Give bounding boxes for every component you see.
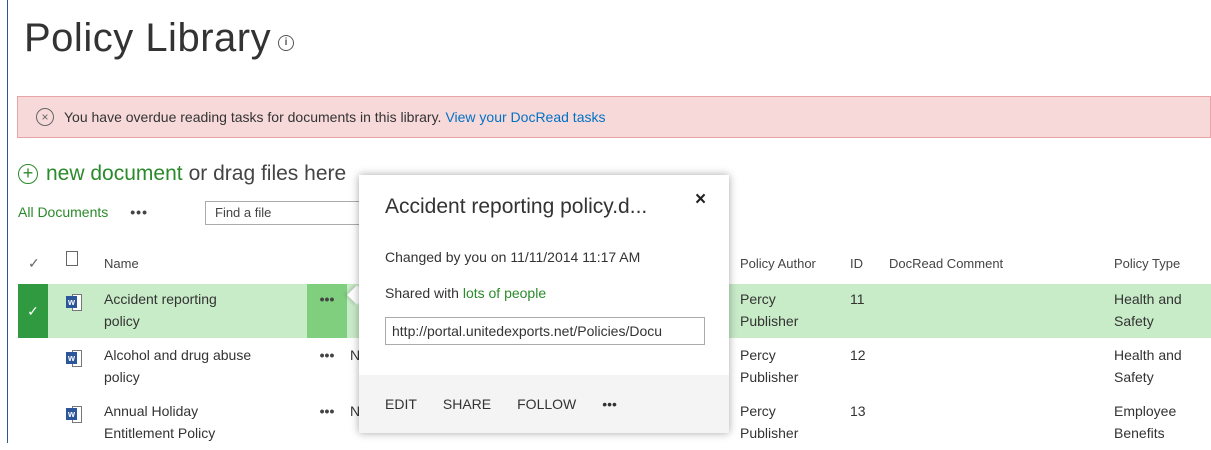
view-all-documents[interactable]: All Documents (18, 204, 108, 220)
word-document-icon: w (66, 406, 82, 424)
item-menu-button[interactable]: ••• (307, 340, 347, 394)
edit-button[interactable]: EDIT (385, 396, 417, 412)
document-name-link[interactable]: Accident reporting policy (104, 288, 217, 332)
drag-files-hint: or drag files here (188, 162, 347, 185)
document-name-link[interactable]: Annual Holiday Entitlement Policy (104, 400, 215, 444)
callout-actions: EDIT SHARE FOLLOW ••• (359, 375, 729, 433)
callout-shared-info: Shared with lots of people (385, 285, 546, 301)
error-circle-icon: × (36, 108, 54, 126)
item-menu-button[interactable]: ••• (307, 396, 347, 450)
column-header-docread-comment[interactable]: DocRead Comment (889, 256, 1003, 271)
page-title: Policy Library (24, 16, 272, 60)
policy-author-cell: Percy Publisher (740, 347, 799, 385)
file-type-icon (66, 251, 78, 266)
share-button[interactable]: SHARE (443, 396, 491, 412)
view-more-button[interactable]: ••• (130, 204, 148, 220)
document-callout: Accident reporting policy.d... × Changed… (359, 175, 729, 433)
row-checkmark-icon[interactable]: ✓ (18, 284, 48, 338)
plus-circle-icon[interactable]: + (18, 164, 38, 184)
callout-more-button[interactable]: ••• (602, 396, 617, 412)
close-icon[interactable]: × (695, 189, 706, 211)
id-cell: 12 (850, 347, 866, 363)
column-header-policy-type[interactable]: Policy Type (1114, 256, 1180, 271)
policy-type-cell: Health and Safety (1114, 291, 1182, 329)
overdue-alert: × You have overdue reading tasks for doc… (17, 96, 1211, 138)
id-cell: 13 (850, 403, 866, 419)
policy-author-cell: Percy Publisher (740, 291, 799, 329)
document-url-field[interactable]: http://portal.unitedexports.net/Policies… (385, 317, 705, 345)
callout-changed-info: Changed by you on 11/11/2014 11:17 AM (385, 249, 641, 265)
new-document-link[interactable]: new document (46, 162, 183, 186)
document-name-link[interactable]: Alcohol and drug abuse policy (104, 344, 251, 388)
column-header-policy-author[interactable]: Policy Author (740, 256, 816, 271)
shared-prefix: Shared with (385, 285, 459, 301)
word-document-icon: w (66, 350, 82, 368)
id-cell: 11 (850, 291, 865, 307)
column-header-name[interactable]: Name (104, 256, 139, 271)
item-menu-button[interactable]: ••• (307, 284, 347, 338)
alert-message: You have overdue reading tasks for docum… (64, 109, 442, 125)
policy-type-cell: Health and Safety (1114, 347, 1182, 385)
follow-button[interactable]: FOLLOW (517, 396, 576, 412)
word-document-icon: w (66, 294, 82, 312)
policy-type-cell: Employee Benefits (1114, 403, 1177, 441)
callout-title: Accident reporting policy.d... (385, 195, 648, 218)
docread-tasks-link[interactable]: View your DocRead tasks (445, 109, 605, 125)
search-input[interactable]: Find a file (205, 201, 365, 225)
view-selector: All Documents ••• (18, 204, 148, 220)
new-document-bar: + new document or drag files here (18, 162, 346, 186)
select-all-checkmark-icon[interactable]: ✓ (28, 255, 40, 272)
policy-author-cell: Percy Publisher (740, 403, 799, 441)
info-icon[interactable]: i (278, 35, 294, 51)
column-header-id[interactable]: ID (850, 256, 863, 271)
shared-people-link[interactable]: lots of people (463, 285, 546, 301)
